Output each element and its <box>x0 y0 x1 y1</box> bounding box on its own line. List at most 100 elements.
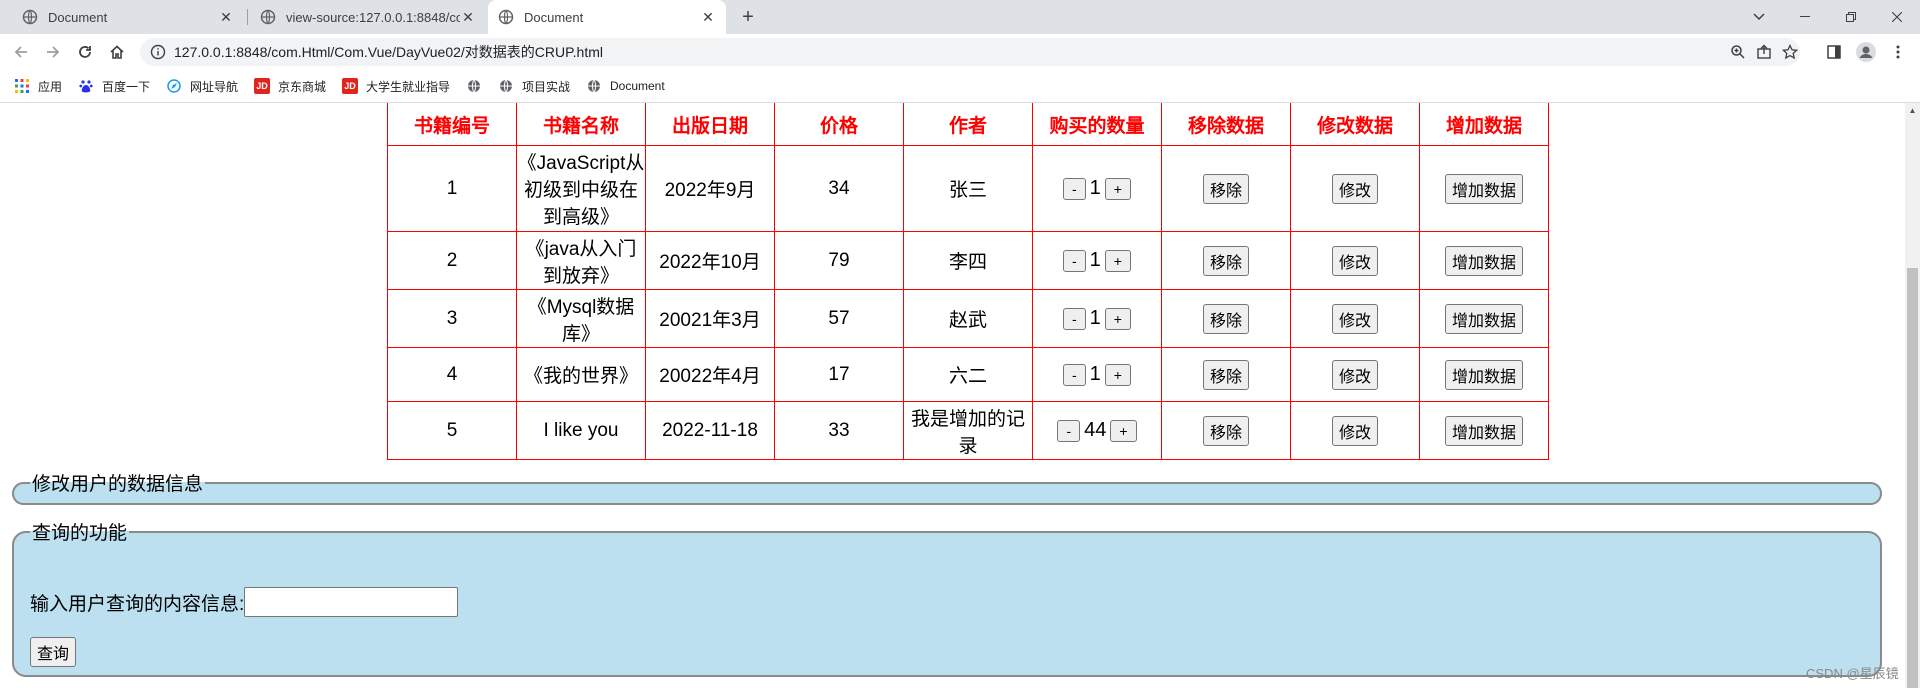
star-icon[interactable] <box>1782 44 1798 60</box>
tab-title: Document <box>48 9 108 25</box>
reload-icon[interactable] <box>73 40 97 64</box>
decrement-button[interactable]: - <box>1063 177 1086 200</box>
query-button[interactable]: 查询 <box>30 637 77 667</box>
cell-remove: 移除 <box>1161 145 1291 232</box>
header-quantity: 购买的数量 <box>1032 103 1162 146</box>
remove-button[interactable]: 移除 <box>1202 303 1249 334</box>
back-icon[interactable] <box>9 40 33 64</box>
cell-name: 《Mysql数据库》 <box>516 289 646 348</box>
tab-title: Document <box>524 9 584 25</box>
edit-button[interactable]: 修改 <box>1331 173 1378 204</box>
minimize-icon[interactable] <box>1782 0 1828 34</box>
increment-button[interactable]: + <box>1104 363 1131 386</box>
cell-remove: 移除 <box>1161 289 1291 348</box>
page-scrollbar[interactable]: ▲ <box>1905 103 1920 688</box>
restore-icon[interactable] <box>1828 0 1874 34</box>
edit-button[interactable]: 修改 <box>1331 359 1378 390</box>
avatar[interactable] <box>1854 40 1878 64</box>
page-viewport: 书籍编号 书籍名称 出版日期 价格 作者 购买的数量 移除数据 修改数据 增加数… <box>0 103 1905 688</box>
cell-price: 34 <box>774 145 904 232</box>
query-row: 输入用户查询的内容信息: <box>30 587 459 617</box>
add-button[interactable]: 增加数据 <box>1444 245 1523 276</box>
cell-add: 增加数据 <box>1419 401 1549 460</box>
globe-icon <box>466 78 482 94</box>
table-row: 4 《我的世界》 20022年4月 17 六二 -1 + 移除 修改 增加数据 <box>387 347 1549 402</box>
decrement-button[interactable]: - <box>1063 307 1086 330</box>
cell-author: 李四 <box>903 231 1033 290</box>
cell-name: I like you <box>516 401 646 460</box>
decrement-button[interactable]: - <box>1057 419 1081 442</box>
table-row: 2 《java从入门到放弃》 2022年10月 79 李四 -1 + 移除 修改 … <box>387 231 1549 290</box>
globe-icon <box>22 9 38 25</box>
header-publish-date: 出版日期 <box>645 103 775 146</box>
bookmark-document[interactable]: Document <box>586 76 665 96</box>
add-button[interactable]: 增加数据 <box>1444 303 1523 334</box>
decrement-button[interactable]: - <box>1063 363 1086 386</box>
close-icon[interactable]: ✕ <box>218 9 234 25</box>
bookmark-baidu[interactable]: 百度一下 <box>78 76 150 96</box>
tab-document-1[interactable]: Document ✕ <box>0 0 244 34</box>
edit-user-fieldset: 修改用户的数据信息 <box>12 469 1882 505</box>
add-button[interactable]: 增加数据 <box>1444 359 1523 390</box>
cell-quantity: -1 + <box>1032 145 1162 232</box>
close-window-icon[interactable] <box>1874 0 1920 34</box>
bookmark-jd[interactable]: JD 京东商城 <box>254 76 326 96</box>
table-row: 1 《JavaScript从初级到中级在到高级》 2022年9月 34 张三 -… <box>387 145 1549 232</box>
increment-button[interactable]: + <box>1104 177 1131 200</box>
edit-button[interactable]: 修改 <box>1331 245 1378 276</box>
forward-icon[interactable] <box>41 40 65 64</box>
scrollbar-thumb[interactable] <box>1907 268 1918 688</box>
close-icon[interactable]: ✕ <box>700 9 716 25</box>
header-price: 价格 <box>774 103 904 146</box>
info-icon[interactable] <box>150 44 166 60</box>
scroll-up-icon[interactable]: ▲ <box>1905 103 1920 118</box>
cell-author: 赵武 <box>903 289 1033 348</box>
header-book-id: 书籍编号 <box>387 103 517 146</box>
bookmark-label: 网址导航 <box>190 79 239 94</box>
query-input[interactable] <box>244 587 459 617</box>
edit-button[interactable]: 修改 <box>1331 415 1378 446</box>
bookmark-apps[interactable]: 应用 <box>14 76 62 96</box>
home-icon[interactable] <box>105 40 129 64</box>
menu-icon[interactable] <box>1886 40 1910 64</box>
increment-button[interactable]: + <box>1110 419 1137 442</box>
bookmark-label: 大学生就业指导 <box>366 79 451 94</box>
cell-edit: 修改 <box>1290 401 1420 460</box>
remove-button[interactable]: 移除 <box>1202 359 1249 390</box>
cell-date: 20022年4月 <box>645 347 775 402</box>
cell-quantity: -44 + <box>1032 401 1162 460</box>
cell-name: 《我的世界》 <box>516 347 646 402</box>
remove-button[interactable]: 移除 <box>1202 245 1249 276</box>
new-tab-button[interactable]: + <box>736 6 760 28</box>
zoom-icon[interactable] <box>1730 44 1746 60</box>
add-button[interactable]: 增加数据 <box>1444 415 1523 446</box>
query-section-legend: 查询的功能 <box>32 523 128 544</box>
bookmark-label: 百度一下 <box>102 79 151 94</box>
remove-button[interactable]: 移除 <box>1202 415 1249 446</box>
browser-toolbar: 127.0.0.1:8848/com.Html/Com.Vue/DayVue02… <box>0 34 1920 70</box>
bookmark-navigation[interactable]: 网址导航 <box>166 76 238 96</box>
edit-button[interactable]: 修改 <box>1331 303 1378 334</box>
side-panel-icon[interactable] <box>1822 40 1846 64</box>
table-row: 5 I like you 2022-11-18 33 我是增加的记录 -44 + … <box>387 401 1549 460</box>
tab-view-source[interactable]: view-source:127.0.0.1:8848/co ✕ <box>250 0 486 34</box>
increment-button[interactable]: + <box>1104 249 1131 272</box>
close-icon[interactable]: ✕ <box>460 9 476 25</box>
add-button[interactable]: 增加数据 <box>1444 173 1523 204</box>
globe-icon <box>498 9 514 25</box>
cell-name: 《java从入门到放弃》 <box>516 231 646 290</box>
address-bar[interactable]: 127.0.0.1:8848/com.Html/Com.Vue/DayVue02… <box>140 38 1800 66</box>
remove-button[interactable]: 移除 <box>1202 173 1249 204</box>
increment-button[interactable]: + <box>1104 307 1131 330</box>
cell-quantity: -1 + <box>1032 231 1162 290</box>
share-icon[interactable] <box>1756 44 1772 60</box>
tab-document-active[interactable]: Document ✕ <box>488 0 726 34</box>
tab-search-icon[interactable] <box>1736 0 1782 34</box>
bookmark-career[interactable]: JD 大学生就业指导 <box>342 76 450 96</box>
cell-edit: 修改 <box>1290 145 1420 232</box>
bookmark-globe[interactable] <box>466 76 490 96</box>
decrement-button[interactable]: - <box>1063 249 1086 272</box>
bookmark-project[interactable]: 项目实战 <box>498 76 570 96</box>
cell-quantity: -1 + <box>1032 347 1162 402</box>
bookmarks-bar: 应用 百度一下 网址导航 JD 京东商城 JD 大学生就业指导 项目实战 Doc… <box>0 70 1920 103</box>
